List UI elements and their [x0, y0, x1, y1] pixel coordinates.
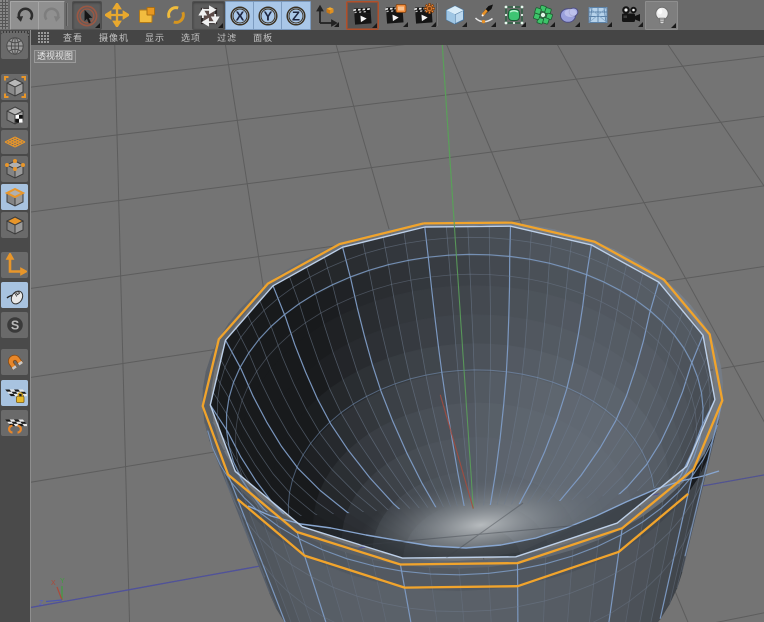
- workplane-mode-icon: [3, 130, 27, 154]
- enable-snap-icon: S: [3, 313, 27, 337]
- points-mode-icon: [3, 157, 27, 181]
- edges-mode-icon: [3, 185, 27, 209]
- rotate-button[interactable]: [163, 1, 189, 28]
- top-toolbar: X Y Z: [0, 0, 764, 31]
- model-mode-icon: [3, 75, 27, 99]
- light-icon: [650, 4, 674, 28]
- undo-icon: [13, 4, 37, 28]
- coordinate-system-button[interactable]: [311, 1, 340, 28]
- last-used-tools-button[interactable]: [192, 1, 225, 30]
- tweak-mode-icon: [3, 283, 27, 307]
- scale-button[interactable]: [133, 1, 160, 28]
- enable-snap-button[interactable]: S: [1, 312, 28, 338]
- svg-text:S: S: [10, 319, 18, 333]
- rotate-icon: [164, 3, 188, 27]
- enable-axis-icon: [3, 253, 27, 277]
- undo-button[interactable]: [10, 1, 39, 30]
- workplane-lock-icon: [3, 381, 27, 405]
- make-editable-button[interactable]: [1, 33, 28, 59]
- cinema4d-window: XYZ S 查看摄像机显示选项过滤面板 YXZ 透视视图: [0, 0, 764, 622]
- toolbar-grip[interactable]: [0, 0, 8, 29]
- metaball-button[interactable]: [556, 1, 581, 28]
- toolbar-separator: [436, 3, 438, 26]
- svg-text:Z: Z: [292, 8, 300, 23]
- svg-text:Z: Z: [39, 600, 44, 607]
- perspective-viewport[interactable]: 查看 摄像机 显示 选项 过滤 面板 YX Z 透视视图: [30, 30, 764, 622]
- add-cube-primitive-button[interactable]: [441, 1, 468, 28]
- texture-mode-icon: [3, 103, 27, 127]
- tweak-mode-button[interactable]: [1, 282, 28, 308]
- lock-z-axis-button[interactable]: Z: [281, 1, 311, 30]
- pen-spline-button[interactable]: [470, 1, 497, 28]
- snap-magnet-icon: [3, 350, 27, 374]
- workplane-snap-icon: [3, 411, 27, 435]
- viewport-menu-5[interactable]: 面板: [253, 31, 273, 44]
- viewport-scene[interactable]: YX Z: [31, 45, 764, 622]
- model-mode-button[interactable]: [1, 74, 28, 100]
- render-view-button[interactable]: [346, 1, 379, 30]
- subdivision-surface-button[interactable]: [500, 1, 527, 28]
- render-view-icon: [351, 4, 375, 28]
- move-button[interactable]: [103, 1, 130, 28]
- floor-environment-button[interactable]: [583, 1, 613, 28]
- workplane-mode-button[interactable]: [1, 130, 28, 154]
- render-settings-button[interactable]: [410, 1, 437, 28]
- svg-text:Y: Y: [60, 578, 65, 585]
- make-editable-icon: [3, 34, 27, 58]
- lock-x-axis-icon: X: [228, 4, 252, 28]
- last-used-tools-icon: [197, 4, 221, 28]
- lock-y-axis-icon: Y: [256, 4, 280, 28]
- snap-magnet-button[interactable]: [1, 349, 28, 375]
- svg-text:Y: Y: [263, 8, 272, 23]
- viewport-menu-4[interactable]: 过滤: [217, 31, 237, 44]
- light-button[interactable]: [645, 1, 678, 30]
- edges-mode-button[interactable]: [1, 184, 28, 210]
- lock-y-axis-button[interactable]: Y: [253, 1, 282, 30]
- live-selection-button[interactable]: [72, 1, 102, 30]
- array-generator-button[interactable]: [529, 1, 556, 28]
- workplane-lock-button[interactable]: [1, 380, 28, 406]
- redo-icon: [40, 4, 64, 28]
- toolbar-separator: [66, 3, 68, 26]
- polygons-mode-icon: [3, 213, 27, 237]
- viewport-menu-2[interactable]: 显示: [145, 31, 165, 44]
- viewport-menu-0[interactable]: 查看: [63, 31, 83, 44]
- points-mode-button[interactable]: [1, 156, 28, 182]
- scale-icon: [135, 3, 159, 27]
- svg-text:X: X: [51, 580, 56, 587]
- move-icon: [105, 3, 129, 27]
- workplane-snap-button[interactable]: [1, 410, 28, 436]
- lock-z-axis-icon: Z: [284, 4, 308, 28]
- viewport-menu-grip[interactable]: [38, 32, 49, 43]
- enable-axis-button[interactable]: [1, 252, 28, 278]
- redo-button[interactable]: [38, 1, 65, 30]
- render-to-picture-viewer-button[interactable]: [380, 1, 409, 28]
- mode-sidebar: S: [0, 30, 30, 622]
- texture-mode-button[interactable]: [1, 102, 28, 128]
- lock-x-axis-button[interactable]: X: [225, 1, 254, 30]
- viewport-menu-1[interactable]: 摄像机: [99, 31, 129, 44]
- polygons-mode-button[interactable]: [1, 212, 28, 238]
- camera-button[interactable]: [616, 1, 644, 28]
- viewport-menubar: 查看 摄像机 显示 选项 过滤 面板: [31, 30, 764, 45]
- viewport-menu-3[interactable]: 选项: [181, 31, 201, 44]
- svg-text:X: X: [235, 8, 244, 23]
- viewport-name-label[interactable]: 透视视图: [34, 50, 76, 63]
